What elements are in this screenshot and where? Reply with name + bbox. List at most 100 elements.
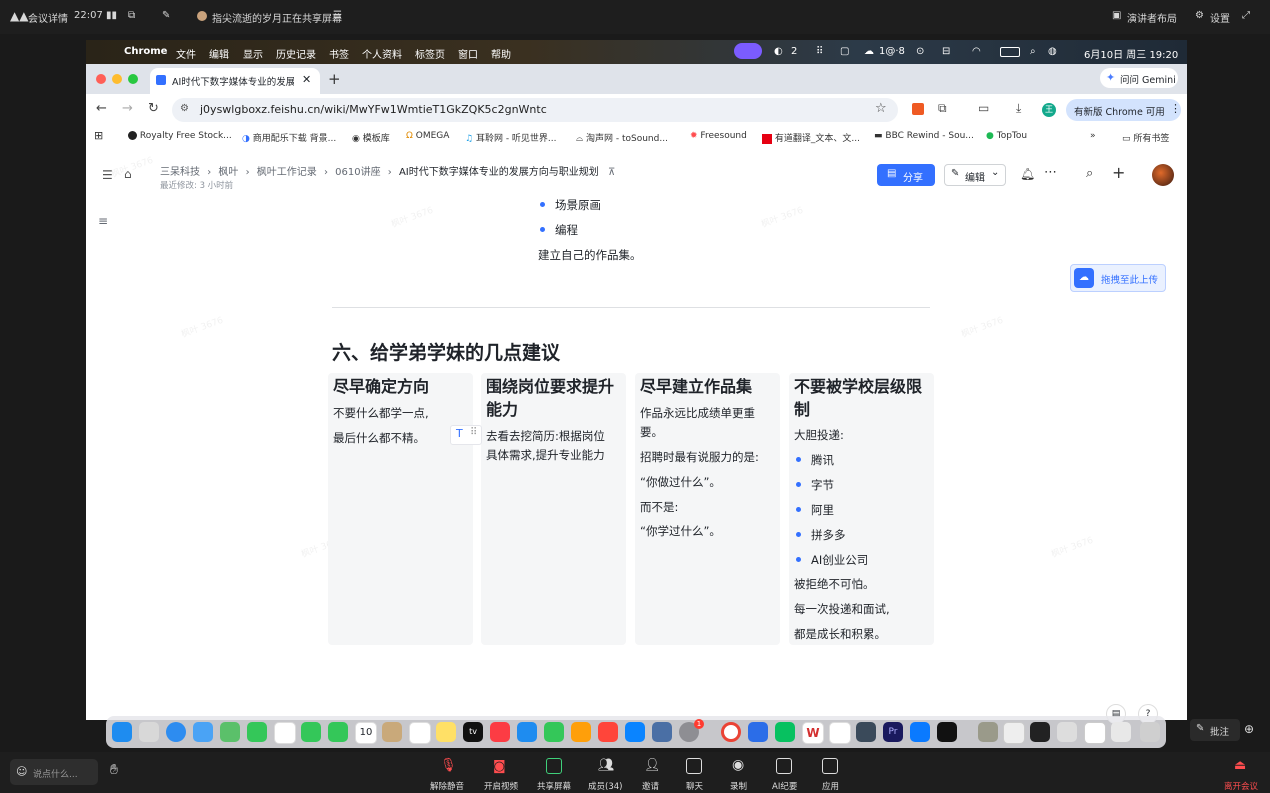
menu-item-tabs[interactable]: 标签页	[415, 46, 445, 61]
extension-icon[interactable]	[912, 103, 924, 115]
grid-icon[interactable]: ⠿	[816, 46, 823, 57]
app-icon[interactable]	[856, 722, 876, 742]
menu-item-help[interactable]: 帮助	[491, 46, 511, 61]
menu-item-window[interactable]: 窗口	[458, 46, 478, 61]
more-bookmarks-icon[interactable]: »	[1090, 131, 1096, 141]
reload-icon[interactable]: ↻	[148, 101, 159, 116]
recent-file-icon[interactable]	[1030, 722, 1050, 742]
trash-icon[interactable]	[1140, 722, 1160, 742]
rocket-icon[interactable]	[598, 722, 618, 742]
share-screen-button[interactable]: 共享屏幕	[537, 780, 571, 792]
bookmark-item[interactable]: ✹ Freesound	[690, 131, 747, 141]
bookmark-item[interactable]: Royalty Free Stock...	[128, 131, 232, 141]
breadcrumb-item[interactable]: 三呆科技	[160, 167, 200, 178]
fullscreen-icon[interactable]: ⤢	[1242, 10, 1250, 21]
menu-item-view[interactable]: 显示	[243, 46, 263, 61]
chat-button[interactable]: 聊天	[686, 780, 703, 792]
messages-icon[interactable]	[247, 722, 267, 742]
breadcrumb-item[interactable]: 枫叶	[218, 167, 238, 178]
ai-minutes-button[interactable]: AI纪要	[772, 780, 797, 792]
members-button[interactable]: 成员(34)	[588, 780, 622, 792]
recent-file-icon[interactable]	[978, 722, 998, 742]
battery-icon[interactable]	[1000, 47, 1020, 57]
popout-icon[interactable]: ⧉	[128, 10, 135, 21]
keynote-icon[interactable]	[517, 722, 537, 742]
app-s-icon[interactable]: ⊟	[942, 46, 950, 57]
capcut-icon[interactable]	[937, 722, 957, 742]
close-tab-icon[interactable]: ✕	[302, 73, 311, 86]
recent-file-icon[interactable]	[1003, 722, 1025, 744]
invite-button[interactable]: 邀请	[642, 780, 659, 792]
close-window-icon[interactable]	[96, 74, 106, 84]
bookmark-item[interactable]: ▬ BBC Rewind - Sou...	[874, 131, 974, 141]
settings-button[interactable]: 设置	[1210, 10, 1230, 25]
finder-icon[interactable]	[112, 722, 132, 742]
start-video-button[interactable]: 开启视频	[484, 780, 518, 792]
menu-item-history[interactable]: 历史记录	[276, 46, 316, 61]
forward-icon[interactable]: →	[122, 101, 133, 116]
window-icon[interactable]: ▢	[840, 46, 849, 57]
record-icon[interactable]: ◉	[732, 757, 744, 773]
gear-icon[interactable]: ⚙	[1195, 10, 1204, 21]
search-icon[interactable]: ⌕	[1030, 46, 1036, 57]
annotation-off-icon[interactable]: ✎	[162, 10, 170, 21]
bookmark-item[interactable]: ♫ 耳聆网 - 听见世界...	[465, 131, 557, 144]
launchpad-icon[interactable]	[139, 722, 159, 742]
zoom-window-icon[interactable]	[128, 74, 138, 84]
bookmark-item[interactable]: Ω OMEGA	[406, 131, 449, 141]
bookmark-item[interactable]: ● TopTou	[986, 131, 1027, 141]
invite-icon[interactable]: 👤︎	[644, 758, 661, 773]
control-center-icon[interactable]: ◍	[1048, 46, 1057, 57]
raise-hand-icon[interactable]: ✋︎	[110, 762, 118, 778]
appletv-icon[interactable]: tv	[463, 722, 483, 742]
apps-icon[interactable]	[822, 758, 838, 774]
browser-tab[interactable]: AI时代下数字媒体专业的发展方 ✕	[150, 68, 320, 94]
wechat-icon[interactable]: ◐	[774, 46, 783, 57]
members-icon[interactable]: 👥︎	[598, 758, 615, 773]
numbers-icon[interactable]	[544, 722, 564, 742]
outline-icon[interactable]: ≡	[98, 214, 108, 228]
url-text[interactable]: j0yswlgboxz.feishu.cn/wiki/MwYFw1WmtieT1…	[200, 103, 547, 116]
layout-icon[interactable]: ▣	[1112, 10, 1121, 21]
wifi-icon[interactable]: ◠	[972, 46, 981, 57]
apps-button[interactable]: 应用	[822, 780, 839, 792]
pin-icon[interactable]: ⊼	[608, 167, 615, 178]
recent-file-icon[interactable]	[1057, 722, 1077, 742]
more-vert-icon[interactable]: ⋮	[1170, 102, 1181, 115]
bookmark-star-icon[interactable]: ☆	[875, 101, 887, 116]
preview-icon[interactable]	[652, 722, 672, 742]
camera-off-icon[interactable]: ◙	[493, 759, 506, 774]
reading-list-icon[interactable]: ▭	[978, 101, 989, 115]
reminders-icon[interactable]	[409, 722, 431, 744]
meeting-details-button[interactable]: 会议详情	[28, 10, 68, 25]
play-icon[interactable]: ⊙	[916, 46, 924, 57]
wps-icon[interactable]: W	[802, 722, 824, 744]
update-chrome-button[interactable]: 有新版 Chrome 可用 ⋮	[1066, 99, 1181, 121]
zoom-in-icon[interactable]: ⊕	[1244, 722, 1254, 736]
emoji-icon[interactable]: ☺	[16, 765, 27, 778]
recent-file-icon[interactable]	[1084, 722, 1106, 744]
unmute-button[interactable]: 解除静音	[430, 780, 464, 792]
apps-grid-icon[interactable]: ⊞	[94, 129, 103, 142]
notes-icon[interactable]	[436, 722, 456, 742]
leave-meeting-button[interactable]: 离开会议	[1224, 780, 1258, 792]
chat-input[interactable]: ☺ 说点什么...	[10, 759, 98, 785]
block-handle[interactable]: T ⠿	[450, 425, 482, 445]
menu-item-file[interactable]: 文件	[176, 46, 196, 61]
all-bookmarks[interactable]: ▭ 所有书签	[1122, 131, 1169, 144]
calendar-icon[interactable]: 10	[355, 722, 377, 744]
chrome-icon[interactable]	[721, 722, 741, 742]
menu-item-profile[interactable]: 个人资料	[362, 46, 402, 61]
annotate-button[interactable]: ✎ 批注	[1190, 719, 1240, 741]
meeting-app-icon[interactable]	[910, 722, 930, 742]
leave-icon[interactable]: ⏏	[1234, 758, 1246, 773]
music-icon[interactable]	[490, 722, 510, 742]
premiere-icon[interactable]: Pr	[883, 722, 903, 742]
screen-share-indicator-icon[interactable]	[734, 43, 762, 59]
more-icon[interactable]: ⋯	[1044, 165, 1057, 180]
add-icon[interactable]: +	[1112, 163, 1125, 182]
facetime-icon[interactable]	[301, 722, 321, 742]
bookmark-item[interactable]: ◑ 商用配乐下载 背景...	[242, 131, 336, 144]
menu-icon[interactable]: ☰	[333, 10, 342, 21]
contacts-icon[interactable]	[382, 722, 402, 742]
